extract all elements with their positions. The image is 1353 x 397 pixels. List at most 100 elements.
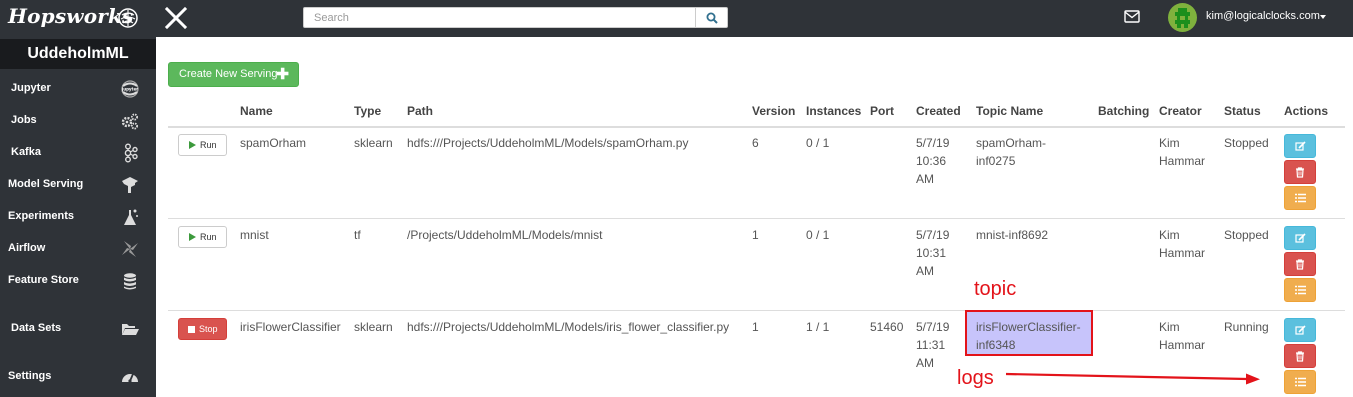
sidebar-item-kafka[interactable]: Kafka: [0, 138, 156, 168]
row-divider: [168, 310, 1345, 311]
delete-button[interactable]: [1284, 160, 1316, 184]
edit-button[interactable]: [1284, 134, 1316, 158]
cell-created: 5/7/19 10:31 AM: [916, 226, 949, 280]
top-navbar: Hopsworks kim@logicalclocks.com: [0, 0, 1353, 37]
cell-instances: 0 / 1: [806, 228, 830, 242]
column-header-batching[interactable]: Batching: [1098, 104, 1149, 118]
sidebar-item-feature-store[interactable]: Feature Store: [0, 266, 156, 296]
edit-button[interactable]: [1284, 226, 1316, 250]
stop-button[interactable]: Stop: [178, 318, 227, 340]
cell-creator: Kim Hammar: [1159, 134, 1205, 170]
delete-button[interactable]: [1284, 344, 1316, 368]
cell-type: tf: [354, 228, 361, 242]
search-button[interactable]: [695, 8, 727, 27]
kafka-icon: [124, 143, 138, 163]
edit-icon: [1294, 324, 1306, 335]
column-header-creator[interactable]: Creator: [1159, 104, 1202, 118]
cell-version: 6: [752, 136, 759, 150]
topic-name-line2: inf0275: [976, 154, 1016, 168]
sidebar-item-model-serving[interactable]: Model Serving: [0, 170, 156, 200]
trash-icon: [1296, 350, 1304, 362]
run-button-label: Run: [200, 140, 217, 150]
delete-button[interactable]: [1284, 252, 1316, 276]
logs-button[interactable]: [1284, 278, 1316, 302]
topic-annotation-label: topic: [974, 278, 1017, 300]
cell-status: Running: [1224, 320, 1269, 334]
logs-button[interactable]: [1284, 370, 1316, 394]
cell-path: hdfs:///Projects/UddeholmML/Models/iris_…: [407, 320, 730, 334]
gears-icon: [121, 113, 138, 130]
avatar[interactable]: [1168, 3, 1197, 32]
created-ampm: AM: [916, 356, 934, 370]
cell-name: mnist: [240, 228, 269, 242]
edit-button[interactable]: [1284, 318, 1316, 342]
cell-instances: 1 / 1: [806, 320, 830, 334]
column-header-topic-name[interactable]: Topic Name: [976, 104, 1043, 118]
created-date: 5/7/19: [916, 136, 950, 150]
envelope-icon[interactable]: [1124, 10, 1140, 23]
brand-logo[interactable]: Hopsworks: [8, 4, 134, 28]
sidebar-item-label: Jobs: [11, 114, 37, 126]
sidebar-item-label: Feature Store: [8, 274, 79, 286]
column-header-instances[interactable]: Instances: [806, 104, 861, 118]
topic-name-line2: inf6348: [976, 338, 1016, 352]
column-header-created[interactable]: Created: [916, 104, 961, 118]
sidebar-item-label: Kafka: [11, 146, 41, 158]
airflow-icon: [122, 241, 138, 257]
run-button[interactable]: Run: [178, 134, 227, 156]
column-header-actions: Actions: [1284, 104, 1329, 118]
user-email[interactable]: kim@logicalclocks.com: [1206, 10, 1320, 22]
sidebar-item-jupyter[interactable]: Jupyter jupyter: [0, 74, 156, 104]
database-icon: [124, 273, 136, 290]
column-header-path[interactable]: Path: [407, 104, 433, 118]
create-serving-label: Create New Serving: [179, 68, 278, 80]
sidebar-item-experiments[interactable]: Experiments: [0, 202, 156, 232]
search-input[interactable]: [304, 8, 696, 27]
sidebar-item-label: Experiments: [8, 210, 75, 222]
cell-creator: Kim Hammar: [1159, 318, 1205, 354]
search-icon: [706, 12, 718, 24]
sidebar-item-label: Settings: [8, 370, 52, 382]
trash-icon: [1296, 258, 1304, 270]
run-button[interactable]: Run: [178, 226, 227, 248]
column-header-version[interactable]: Version: [752, 104, 795, 118]
logs-button[interactable]: [1284, 186, 1316, 210]
sidebar-item-label: Data Sets: [11, 322, 62, 334]
sidebar-item-settings[interactable]: Settings: [0, 362, 156, 392]
topic-name-line1: mnist-inf8692: [976, 228, 1049, 242]
sidebar-item-jobs[interactable]: Jobs: [0, 106, 156, 136]
close-icon[interactable]: [164, 6, 188, 30]
trash-icon: [1296, 166, 1304, 178]
column-header-type[interactable]: Type: [354, 104, 381, 118]
hops-logo-icon: [118, 8, 138, 28]
creator-last: Hammar: [1159, 246, 1206, 260]
list-icon: [1294, 377, 1306, 387]
dashboard-icon: [122, 373, 138, 383]
column-header-name[interactable]: Name: [240, 104, 273, 118]
cell-path: hdfs:///Projects/UddeholmML/Models/spamO…: [407, 136, 689, 150]
sidebar-item-data-sets[interactable]: Data Sets: [0, 314, 156, 344]
cell-version: 1: [752, 320, 759, 334]
sidebar-item-airflow[interactable]: Airflow: [0, 234, 156, 264]
create-serving-button[interactable]: Create New Serving ✚: [168, 62, 299, 87]
column-header-port[interactable]: Port: [870, 104, 894, 118]
caret-down-icon[interactable]: [1320, 15, 1326, 19]
cell-topic-name: irisFlowerClassifier- inf6348: [976, 318, 1081, 354]
column-header-status[interactable]: Status: [1224, 104, 1261, 118]
cell-name: irisFlowerClassifier: [240, 320, 341, 334]
cell-creator: Kim Hammar: [1159, 226, 1205, 262]
header-divider: [168, 126, 1345, 128]
creator-last: Hammar: [1159, 338, 1206, 352]
project-name[interactable]: UddeholmML: [0, 39, 156, 69]
cell-topic-name: spamOrham- inf0275: [976, 134, 1046, 170]
svg-text:jupyter: jupyter: [121, 87, 138, 92]
cell-type: sklearn: [354, 320, 393, 334]
stop-button-label: Stop: [199, 324, 218, 334]
cell-port: 51460: [870, 320, 904, 334]
row-divider: [168, 218, 1345, 219]
cell-instances: 0 / 1: [806, 136, 830, 150]
plus-icon: ✚: [276, 66, 289, 83]
run-button-label: Run: [200, 232, 217, 242]
sidebar: UddeholmML Jupyter jupyter Jobs Kafka Mo…: [0, 37, 156, 397]
logs-annotation-label: logs: [957, 367, 994, 389]
